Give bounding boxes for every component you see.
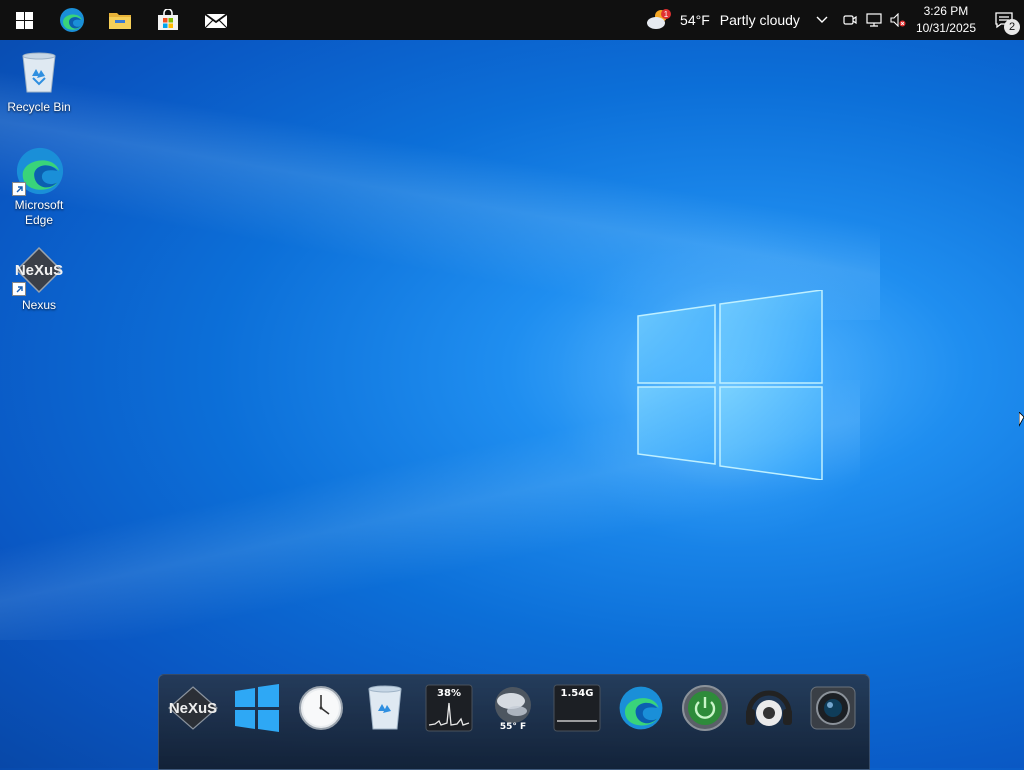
dock-item-nexus[interactable]: NeXuS — [165, 683, 221, 743]
desktop-icon-edge[interactable]: Microsoft Edge — [1, 146, 77, 228]
power-icon — [682, 685, 728, 731]
weather-badge: 1 — [664, 10, 669, 19]
desktop-icon-recycle-bin[interactable]: Recycle Bin — [1, 48, 77, 115]
dock-item-power[interactable] — [677, 683, 733, 743]
headphones-icon — [746, 690, 792, 726]
desktop-icon-label: Nexus — [21, 298, 56, 312]
volume-muted-icon — [890, 13, 906, 27]
mail-button[interactable] — [192, 0, 240, 40]
network-button[interactable] — [862, 0, 886, 40]
edge-icon — [60, 8, 84, 32]
mail-icon — [204, 13, 228, 29]
meet-now-icon — [843, 15, 857, 25]
notification-center-button[interactable]: 2 — [984, 0, 1024, 40]
partly-cloudy-icon: 1 — [647, 9, 672, 29]
memory-value: 1.54G — [561, 688, 594, 699]
recycle-bin-icon — [368, 685, 402, 730]
svg-text:NeXuS: NeXuS — [169, 700, 217, 717]
shortcut-arrow-icon — [12, 182, 26, 196]
clock[interactable]: 3:26 PM 10/31/2025 — [910, 3, 984, 37]
svg-text:NeXuS: NeXuS — [15, 262, 63, 279]
dock-item-music[interactable] — [741, 683, 797, 743]
dock-item-edge[interactable] — [613, 683, 669, 743]
network-icon — [866, 13, 882, 27]
file-explorer-button[interactable] — [96, 0, 144, 40]
analog-clock-icon — [299, 686, 343, 730]
dock-item-weather[interactable]: 55° F — [485, 683, 541, 743]
nexus-logo-icon: NeXuS — [168, 686, 218, 730]
dock-item-cpu-meter[interactable]: 38% — [421, 683, 477, 743]
folder-icon — [109, 13, 131, 29]
edge-icon — [619, 686, 663, 730]
tray-app-button[interactable] — [838, 0, 862, 40]
volume-button[interactable] — [886, 0, 910, 40]
desktop-icon-nexus[interactable]: NeXuS Nexus — [1, 246, 77, 313]
dock-item-recycle-bin[interactable] — [357, 683, 413, 743]
clock-date: 10/31/2025 — [915, 21, 976, 35]
chevron-up-icon — [816, 16, 828, 23]
desktop-icon-label: Recycle Bin — [7, 100, 71, 114]
show-hidden-icons-button[interactable] — [806, 0, 838, 40]
dock-item-clock[interactable] — [293, 683, 349, 743]
windows-logo-icon — [235, 684, 279, 732]
recycle-bin-icon — [22, 52, 56, 93]
dock-item-windows[interactable] — [229, 683, 285, 743]
dock-item-memory-meter[interactable]: 1.54G — [549, 683, 605, 743]
weather-temperature: 54°F — [680, 12, 710, 28]
taskbar: 1 54°F Partly cloudy 3:26 PM 10/31/2025 … — [0, 0, 1024, 40]
store-button[interactable] — [144, 0, 192, 40]
mouse-cursor-icon — [1019, 412, 1024, 427]
weather-dock-temp: 55° F — [500, 722, 526, 732]
store-bag-icon — [158, 9, 178, 30]
camera-lens-icon — [810, 686, 856, 730]
nexus-dock: NeXuS 38% 55° F 1.54G — [158, 674, 870, 770]
wallpaper-windows-logo — [556, 220, 896, 550]
weather-condition: Partly cloudy — [719, 12, 800, 28]
shortcut-arrow-icon — [12, 282, 26, 296]
edge-taskbar-button[interactable] — [48, 0, 96, 40]
desktop-icon-label: Microsoft Edge — [14, 198, 64, 227]
weather-widget[interactable]: 1 54°F Partly cloudy — [640, 0, 806, 40]
start-button[interactable] — [0, 0, 48, 40]
clock-time: 3:26 PM — [923, 4, 969, 18]
cpu-value: 38% — [437, 688, 461, 699]
windows-logo-icon — [15, 11, 33, 29]
dock-item-camera[interactable] — [805, 683, 861, 743]
notification-count-badge: 2 — [1004, 19, 1020, 35]
